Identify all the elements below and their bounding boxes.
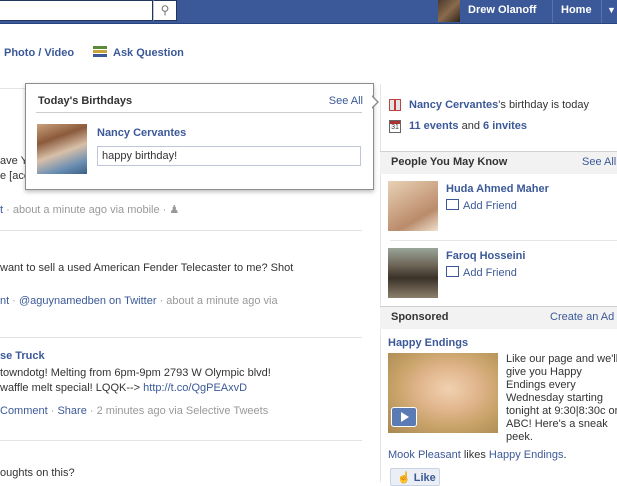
person-name-link[interactable]: Faroq Hosseini	[446, 250, 525, 262]
user-avatar[interactable]	[438, 0, 460, 22]
search-input[interactable]	[0, 0, 153, 21]
comment-link[interactable]: Comment	[0, 405, 48, 417]
post-meta: Comment · Share · 2 minutes ago via Sele…	[0, 405, 269, 417]
invites-link[interactable]: 6 invites	[483, 120, 527, 132]
section-title: People You May Know	[391, 156, 508, 168]
add-friend-icon	[446, 199, 459, 210]
comment-link[interactable]: nt	[0, 295, 9, 307]
calendar-icon: 31	[389, 120, 401, 133]
person-name-link[interactable]: Huda Ahmed Maher	[446, 183, 549, 195]
section-title: Sponsored	[391, 311, 449, 323]
sidebar-divider	[390, 240, 617, 241]
friend-name-link[interactable]: Mook Pleasant	[388, 449, 461, 461]
pymk-see-all-link[interactable]: See All	[582, 156, 616, 168]
birthday-message-input[interactable]	[97, 146, 361, 166]
post-meta: nt · @aguynamedben on Twitter · about a …	[0, 295, 278, 307]
pymk-header: People You May Know See All	[380, 151, 617, 174]
home-link[interactable]: Home	[561, 4, 592, 16]
friends-icon: ♟	[169, 204, 180, 216]
birthdays-popup: Today's Birthdays See All Nancy Cervante…	[25, 83, 374, 190]
birthday-reminder: Nancy Cervantes's birthday is today	[409, 99, 590, 111]
post-text: waffle melt special! LQQK--> http://t.co…	[0, 382, 248, 394]
events-summary: 11 events and 6 invites	[409, 120, 528, 132]
person-photo[interactable]	[388, 248, 438, 298]
nav-divider	[601, 0, 602, 23]
caret-down-icon[interactable]: ▼	[607, 5, 616, 15]
add-friend-icon	[446, 266, 459, 277]
post-url-link[interactable]: http://t.co/QgPEAxvD	[143, 382, 247, 394]
question-icon	[93, 46, 107, 58]
ask-question-button[interactable]: Ask Question	[113, 47, 184, 59]
popup-title: Today's Birthdays	[38, 95, 133, 107]
nav-divider	[552, 0, 553, 23]
search-button[interactable]: ⚲	[153, 0, 177, 21]
feed-divider	[0, 440, 362, 441]
feed-divider	[0, 230, 362, 231]
profile-link[interactable]: Drew Olanoff	[468, 4, 536, 16]
ad-social-context: Mook Pleasant likes Happy Endings.	[388, 449, 567, 461]
birthdays-see-all-link[interactable]: See All	[329, 95, 363, 107]
post-meta: t · about a minute ago via mobile · ♟	[0, 204, 180, 216]
photo-video-button[interactable]: Photo / Video	[4, 47, 74, 59]
ad-body: Like our page and we'll give you Happy E…	[506, 353, 617, 443]
post-author-link[interactable]: se Truck	[0, 350, 45, 362]
events-link[interactable]: 11 events	[409, 120, 459, 132]
gift-icon	[389, 99, 401, 111]
post-text: oughts on this?	[0, 467, 75, 479]
sponsored-header: Sponsored Create an Ad	[380, 306, 617, 329]
popup-pointer-fill	[371, 96, 377, 108]
post-text: ave Y	[0, 155, 28, 167]
popup-divider	[36, 112, 362, 113]
create-ad-link[interactable]: Create an Ad	[550, 311, 614, 323]
top-navigation-bar: ⚲ Drew Olanoff Home ▼	[0, 0, 617, 24]
add-friend-button[interactable]: Add Friend	[446, 266, 517, 279]
add-friend-button[interactable]: Add Friend	[446, 199, 517, 212]
birthday-person-name-link[interactable]: Nancy Cervantes	[97, 127, 186, 139]
feed-divider	[0, 337, 362, 338]
birthday-person-photo[interactable]	[37, 124, 87, 174]
birthday-person-link[interactable]: Nancy Cervantes	[409, 99, 498, 111]
ad-title-link[interactable]: Happy Endings	[388, 337, 468, 349]
magnifier-icon: ⚲	[160, 3, 170, 17]
thumbs-up-icon: ☝	[397, 472, 411, 484]
twitter-source-link[interactable]: @aguynamedben on Twitter	[19, 295, 157, 307]
person-photo[interactable]	[388, 181, 438, 231]
post-text: want to sell a used American Fender Tele…	[0, 262, 294, 274]
like-button[interactable]: ☝ Like	[390, 468, 440, 486]
page-link[interactable]: Happy Endings	[489, 449, 564, 461]
play-icon[interactable]	[391, 407, 417, 427]
share-link[interactable]: Share	[57, 405, 86, 417]
post-text: towndotg! Melting from 6pm-9pm 2793 W Ol…	[0, 367, 271, 379]
